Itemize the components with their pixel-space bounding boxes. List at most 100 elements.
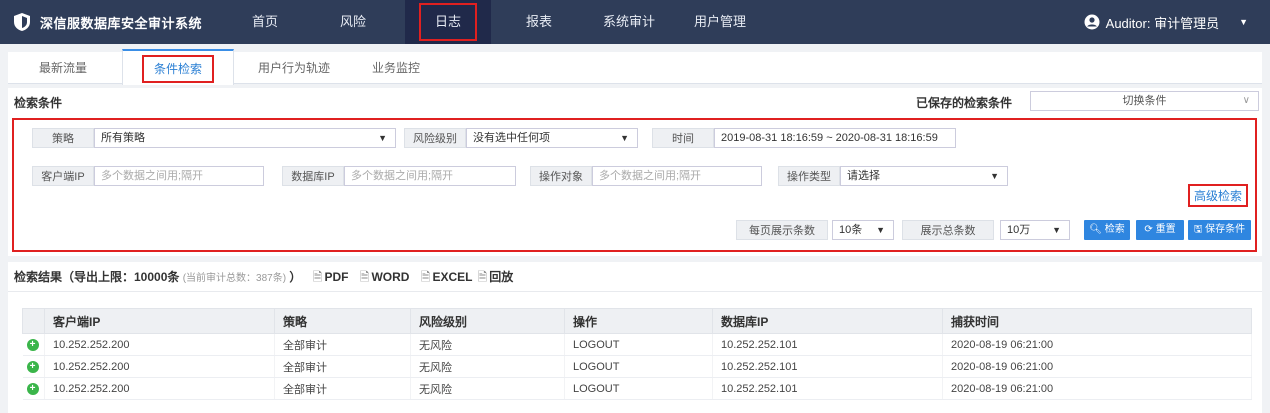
reset-button[interactable]: ⟳ 重置 <box>1136 220 1184 240</box>
per-page-label: 每页展示条数 <box>736 220 828 240</box>
tab-condition-search[interactable]: 条件检索 <box>122 49 234 85</box>
table-row[interactable]: + 10.252.252.200 全部审计 无风险 LOGOUT 10.252.… <box>22 333 1252 356</box>
replay-link[interactable]: 🗎 回放 <box>478 270 514 284</box>
search-button[interactable]: 🔍︎ 检索 <box>1084 220 1130 240</box>
per-page-value: 10条 <box>839 224 863 236</box>
column-header[interactable]: 捕获时间 <box>942 308 1252 334</box>
table-row[interactable]: + 10.252.252.200 全部审计 无风险 LOGOUT 10.252.… <box>22 355 1252 378</box>
cell-capture-time: 2020-08-19 06:21:00 <box>942 355 1252 378</box>
table-header-row: 客户端IP 策略 风险级别 操作 数据库IP 捕获时间 <box>22 308 1252 334</box>
excel-file-icon: 🗎 <box>420 270 431 284</box>
cell-db-ip: 10.252.252.101 <box>712 377 943 400</box>
cell-risk: 无风险 <box>410 355 565 378</box>
search-icon: 🔍︎ <box>1089 224 1102 235</box>
caret-down-icon: ▼ <box>876 225 885 235</box>
risk-level-select[interactable]: 没有选中任何项 ▼ <box>466 128 638 148</box>
app-title: 深信服数据库安全审计系统 <box>40 15 203 31</box>
cell-policy: 全部审计 <box>274 333 411 356</box>
op-type-label: 操作类型 <box>778 166 840 186</box>
expand-cell[interactable]: + <box>22 355 45 378</box>
tab-bar: 最新流量 条件检索 用户行为轨迹 业务监控 <box>8 49 1262 85</box>
export-pdf-link[interactable]: 🗎 PDF <box>313 270 349 284</box>
export-word-link[interactable]: 🗎 WORD <box>360 270 410 284</box>
cell-operation: LOGOUT <box>564 333 713 356</box>
op-type-value: 请选择 <box>847 170 880 182</box>
word-file-icon: 🗎 <box>359 270 370 284</box>
cell-risk: 无风险 <box>410 377 565 400</box>
cell-capture-time: 2020-08-19 06:21:00 <box>942 377 1252 400</box>
results-panel: 检索结果（导出上限：10000条 (当前审计总数：387条) ） 🗎 PDF 🗎 W… <box>8 262 1262 413</box>
cell-operation: LOGOUT <box>564 355 713 378</box>
search-button-label: 检索 <box>1104 224 1125 235</box>
cell-operation: LOGOUT <box>564 377 713 400</box>
user-menu[interactable]: Auditor: 审计管理员 ▼ <box>1084 0 1248 44</box>
caret-down-icon: ▼ <box>990 171 999 181</box>
time-range-input[interactable]: 2019-08-31 18:16:59 ~ 2020-08-31 18:16:5… <box>714 128 956 148</box>
save-condition-label: 保存条件 <box>1205 224 1246 235</box>
results-count-note: (当前审计总数：387条) <box>182 273 287 284</box>
column-header[interactable]: 数据库IP <box>712 308 943 334</box>
save-condition-button[interactable]: 🖫 保存条件 <box>1188 220 1251 240</box>
export-word-label: WORD <box>371 270 410 284</box>
nav-item-risk[interactable]: 风险 <box>330 0 376 44</box>
caret-down-icon: ▼ <box>378 133 387 143</box>
caret-down-icon: ▼ <box>1052 225 1061 235</box>
client-ip-input[interactable]: 多个数据之间用;隔开 <box>94 166 264 186</box>
expand-cell[interactable]: + <box>22 377 45 400</box>
policy-label: 策略 <box>32 128 94 148</box>
nav-item-report[interactable]: 报表 <box>516 0 562 44</box>
tab-condition-search-label: 条件检索 <box>141 55 214 83</box>
pdf-file-icon: 🗎 <box>312 270 323 284</box>
tab-user-behavior[interactable]: 用户行为轨迹 <box>248 52 340 84</box>
nav-item-home[interactable]: 首页 <box>242 0 288 44</box>
db-ip-label: 数据库IP <box>282 166 344 186</box>
nav-item-user-mgmt[interactable]: 用户管理 <box>688 0 752 44</box>
column-header[interactable]: 操作 <box>564 308 713 334</box>
nav-item-log[interactable]: 日志 <box>405 0 491 44</box>
export-pdf-label: PDF <box>324 270 349 284</box>
db-ip-input[interactable]: 多个数据之间用;隔开 <box>344 166 516 186</box>
tab-business-monitor[interactable]: 业务监控 <box>358 52 434 84</box>
total-label: 展示总条数 <box>902 220 994 240</box>
tab-latest-traffic[interactable]: 最新流量 <box>18 52 108 84</box>
expand-plus-icon[interactable]: + <box>26 339 39 351</box>
shield-logo-icon <box>14 13 30 31</box>
object-input[interactable]: 多个数据之间用;隔开 <box>592 166 762 186</box>
nav-item-system-audit[interactable]: 系统审计 <box>597 0 661 44</box>
replay-label: 回放 <box>489 270 514 284</box>
export-excel-link[interactable]: 🗎 EXCEL <box>421 270 472 284</box>
object-label: 操作对象 <box>530 166 592 186</box>
policy-value: 所有策略 <box>101 132 145 144</box>
user-icon <box>1084 14 1100 30</box>
replay-file-icon: 🗎 <box>477 270 488 284</box>
divider <box>8 291 1262 292</box>
saved-conditions-label: 已保存的检索条件 <box>916 96 1013 110</box>
expand-cell[interactable]: + <box>22 333 45 356</box>
column-header[interactable]: 风险级别 <box>410 308 565 334</box>
per-page-select[interactable]: 10条 ▼ <box>832 220 894 240</box>
advanced-search-link[interactable]: 高级检索 <box>1188 184 1249 207</box>
table-row[interactable]: + 10.252.252.200 全部审计 无风险 LOGOUT 10.252.… <box>22 377 1252 400</box>
time-label: 时间 <box>652 128 714 148</box>
saved-conditions-select[interactable]: 切换条件 ∨ <box>1030 91 1259 111</box>
op-type-select[interactable]: 请选择 ▼ <box>840 166 1008 186</box>
search-panel: 检索条件 已保存的检索条件 切换条件 ∨ 策略 所有策略 ▼ 风险级别 没有选中… <box>8 88 1262 256</box>
cell-db-ip: 10.252.252.101 <box>712 333 943 356</box>
client-ip-label: 客户端IP <box>32 166 94 186</box>
cell-risk: 无风险 <box>410 333 565 356</box>
expand-plus-icon[interactable]: + <box>26 361 39 373</box>
brand: 深信服数据库安全审计系统 <box>12 0 202 44</box>
cell-client-ip: 10.252.252.200 <box>44 355 275 378</box>
results-header: 检索结果（导出上限：10000条 (当前审计总数：387条) ） 🗎 PDF 🗎 W… <box>14 268 513 289</box>
results-title-close: ） <box>289 270 302 284</box>
cell-policy: 全部审计 <box>274 377 411 400</box>
total-select[interactable]: 10万 ▼ <box>1000 220 1070 240</box>
policy-select[interactable]: 所有策略 ▼ <box>94 128 396 148</box>
column-header[interactable]: 客户端IP <box>44 308 275 334</box>
expand-column-header <box>22 308 45 334</box>
chevron-down-icon: ▼ <box>1239 17 1248 27</box>
column-header[interactable]: 策略 <box>274 308 411 334</box>
risk-level-label: 风险级别 <box>404 128 466 148</box>
expand-plus-icon[interactable]: + <box>26 383 39 395</box>
saved-conditions-value: 切换条件 <box>1122 95 1167 107</box>
